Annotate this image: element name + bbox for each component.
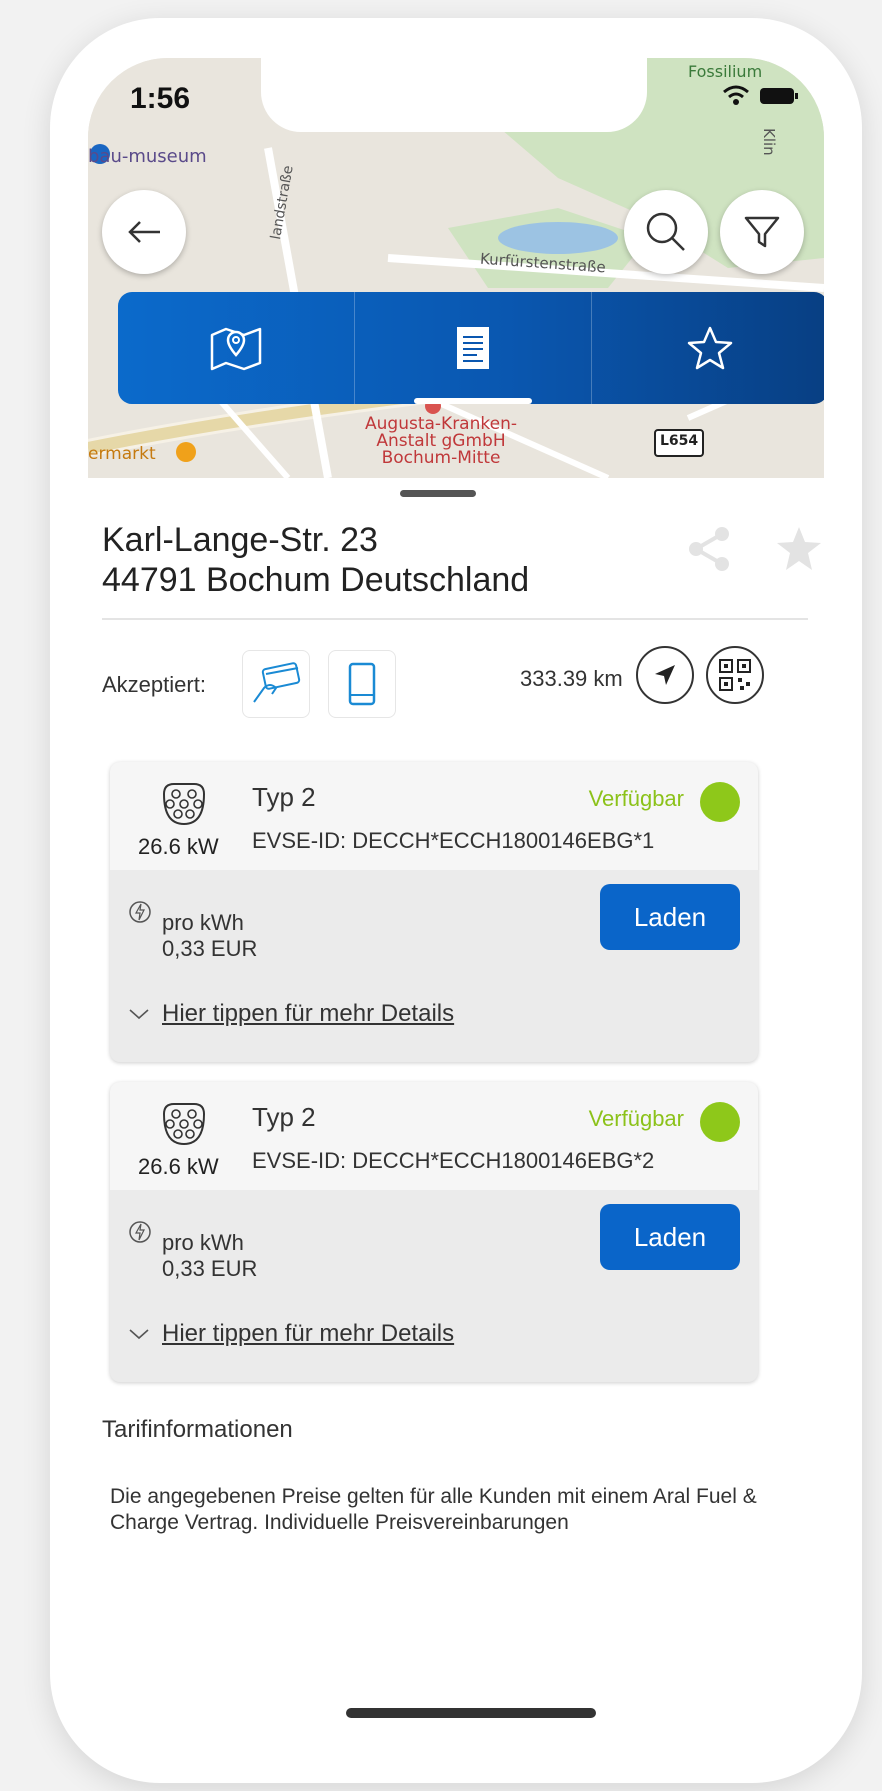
search-icon (646, 212, 685, 251)
map-label-hospital: Augusta-Kranken- Anstalt gGmbH Bochum-Mi… (346, 416, 536, 467)
price-block: pro kWh 0,33 EUR (162, 1230, 257, 1282)
address-line1: Karl-Lange-Str. 23 (102, 521, 378, 559)
home-indicator[interactable] (346, 1708, 596, 1718)
wifi-battery-icon (723, 85, 798, 105)
favorite-star-icon[interactable] (774, 524, 824, 574)
arrow-left-icon (128, 221, 160, 243)
connector-type: Typ 2 (252, 782, 316, 812)
lightning-icon (129, 901, 151, 923)
qr-code-button[interactable] (706, 646, 764, 704)
status-text: Verfügbar (588, 786, 684, 811)
tariff-text: Die angegebenen Preise gelten für alle K… (110, 1485, 757, 1534)
type2-plug-icon (162, 1103, 206, 1146)
details-link[interactable]: Hier tippen für mehr Details (162, 1000, 454, 1028)
details-link[interactable]: Hier tippen für mehr Details (162, 1320, 454, 1348)
status-indicator (700, 1102, 740, 1142)
map-label-museum: bau-museum (88, 146, 207, 167)
view-tab-bar (118, 292, 824, 404)
header-actions (684, 524, 824, 574)
start-charging-button[interactable]: Laden (600, 884, 740, 950)
accept-label: Akzeptiert: (102, 672, 206, 697)
payment-card-badge (242, 650, 310, 718)
tab-map[interactable] (118, 292, 355, 404)
price-value: 0,33 EUR (162, 1256, 258, 1281)
card-payment-icon (253, 662, 301, 703)
phone-frame: bau-museum landstraße Kurfürstenstraße F… (50, 18, 862, 1783)
search-button[interactable] (624, 190, 708, 274)
tab-favorites[interactable] (592, 292, 824, 404)
status-indicator (700, 782, 740, 822)
connector-power: 26.6 kW (138, 834, 219, 859)
status-time: 1:56 (130, 82, 191, 115)
map-pin-icon (210, 327, 262, 371)
qr-code-icon (719, 659, 751, 691)
device-notch (261, 58, 647, 132)
tab-list[interactable] (355, 292, 592, 404)
map-label-fossil: Fossilium (688, 62, 763, 81)
price-value: 0,33 EUR (162, 936, 258, 961)
sheet-drag-handle[interactable] (400, 490, 476, 497)
chevron-down-icon (129, 1329, 149, 1340)
share-icon[interactable] (684, 524, 734, 574)
start-charging-button[interactable]: Laden (600, 1204, 740, 1270)
type2-plug-icon (162, 783, 206, 826)
page-background: bau-museum landstraße Kurfürstenstraße F… (0, 0, 882, 1791)
mobile-app-badge (328, 650, 396, 718)
address-line2: 44791 Bochum Deutschland (102, 561, 530, 599)
star-outline-icon (687, 326, 733, 370)
chevron-down-icon (129, 1009, 149, 1020)
map-label-road: L654 (660, 433, 699, 449)
navigate-button[interactable] (636, 646, 694, 704)
details-toggle[interactable]: Hier tippen für mehr Details (128, 1320, 454, 1348)
hospital-line3: Bochum-Mitte (381, 448, 501, 468)
price-unit: pro kWh (162, 1230, 244, 1255)
list-document-icon (457, 327, 489, 369)
tariff-heading: Tarifinformationen (102, 1416, 293, 1443)
details-toggle[interactable]: Hier tippen für mehr Details (128, 1000, 454, 1028)
filter-icon (744, 216, 780, 248)
back-button[interactable] (102, 190, 186, 274)
header-divider (102, 618, 808, 620)
smartphone-icon (348, 662, 376, 706)
connector-card: 26.6 kW Typ 2 EVSE-ID: DECCH*ECCH1800146… (110, 762, 758, 1062)
price-block: pro kWh 0,33 EUR (162, 910, 257, 962)
status-text: Verfügbar (588, 1106, 684, 1131)
connector-evse-id: EVSE-ID: DECCH*ECCH1800146EBG*1 (252, 828, 655, 853)
app-screen: bau-museum landstraße Kurfürstenstraße F… (88, 58, 824, 1743)
lightning-icon (129, 1221, 151, 1243)
map-label-market: ermarkt (88, 444, 156, 464)
connector-power: 26.6 kW (138, 1154, 219, 1179)
price-unit: pro kWh (162, 910, 244, 935)
station-address: Karl-Lange-Str. 23 44791 Bochum Deutschl… (102, 520, 529, 600)
distance-value: 333.39 km (520, 666, 623, 691)
map-label-clinic: Klin (760, 128, 778, 156)
connector-card: 26.6 kW Typ 2 EVSE-ID: DECCH*ECCH1800146… (110, 1082, 758, 1382)
status-icons (720, 84, 800, 115)
connector-type: Typ 2 (252, 1102, 316, 1132)
connector-evse-id: EVSE-ID: DECCH*ECCH1800146EBG*2 (252, 1148, 655, 1173)
navigation-arrow-icon (655, 665, 675, 685)
filter-button[interactable] (720, 190, 804, 274)
